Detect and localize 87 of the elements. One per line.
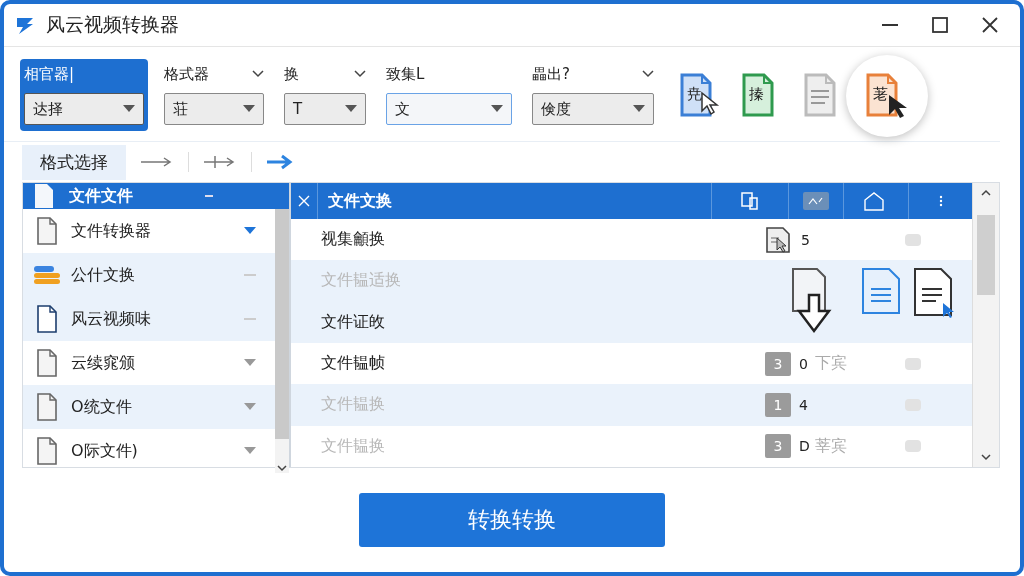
scrollbar[interactable] <box>972 183 999 467</box>
file-list-item[interactable]: O际文件) <box>23 429 275 473</box>
file-name: 文件转换器 <box>71 220 152 242</box>
document-icon <box>861 267 901 315</box>
caret-icon <box>243 105 255 113</box>
maximize-icon <box>932 17 948 33</box>
file-name: O际文件) <box>71 440 139 462</box>
file-list-item[interactable]: O统文件 <box>23 385 275 429</box>
note-text: 下宾 <box>815 353 847 373</box>
caret-icon[interactable] <box>244 359 256 367</box>
caret-icon <box>123 105 135 113</box>
dropdown[interactable]: 倹度 <box>532 93 654 125</box>
caret-icon[interactable] <box>244 447 256 455</box>
dash-icon <box>205 195 213 197</box>
option-group[interactable]: 畾出? 倹度 <box>528 59 658 131</box>
chevron-icon[interactable] <box>354 70 366 78</box>
more-icon[interactable] <box>938 195 943 207</box>
file-list-item[interactable]: 风云视频味 <box>23 297 275 341</box>
caret-icon[interactable] <box>244 403 256 411</box>
tool-glyph: 尭 <box>687 85 702 104</box>
column-header: 文件文换 <box>317 183 711 219</box>
caret-icon <box>633 105 645 113</box>
file-icon <box>36 217 58 245</box>
option-group[interactable]: 换 T <box>280 59 370 131</box>
arrow-icon[interactable] <box>140 156 174 168</box>
scroll-thumb[interactable] <box>977 215 995 295</box>
caret-icon[interactable] <box>244 227 256 235</box>
file-icon <box>36 393 58 421</box>
file-name: 文件韫换 <box>320 435 386 457</box>
option-label: 相官器| <box>24 64 75 84</box>
table-row[interactable]: 文件韫帧 3 0 下宾 <box>291 343 972 385</box>
count-badge: 1 <box>765 392 791 417</box>
count-badge: 3 <box>765 434 791 459</box>
header-text: 文件文件 <box>69 185 134 207</box>
count-text: 5 <box>801 231 810 248</box>
option-group[interactable]: 格式器 荘 <box>160 59 268 131</box>
chevron-icon[interactable] <box>252 70 264 78</box>
table-row[interactable]: 视集龥换 5 <box>291 219 972 261</box>
file-list-item[interactable]: 公什文换 <box>23 253 275 297</box>
split-arrow-icon[interactable] <box>203 155 237 169</box>
file-name: 云续窕颁 <box>71 352 136 374</box>
image-icon[interactable] <box>803 192 829 210</box>
file-icon <box>36 305 58 333</box>
option-label: 格式器 <box>164 64 209 84</box>
dropdown[interactable]: 达择 <box>24 93 144 125</box>
file-list-item[interactable]: 云续窕颁 <box>23 341 275 385</box>
dropdown[interactable]: T <box>284 93 366 125</box>
tool-glyph: 搸 <box>749 85 764 104</box>
tool-glyph: 荖 <box>873 85 888 104</box>
file-name: 文件韫换 <box>320 394 386 416</box>
caret-icon <box>491 105 503 113</box>
count-badge: 3 <box>765 351 791 376</box>
chevron-icon[interactable] <box>642 70 654 78</box>
close-icon <box>982 17 998 33</box>
dropdown[interactable]: 文 <box>386 93 512 125</box>
option-label: 致集L <box>386 64 425 84</box>
option-label: 换 <box>284 64 299 84</box>
selected-option-group[interactable]: 相官器| 达择 <box>20 59 148 131</box>
tab[interactable]: 格式选择 <box>22 144 126 180</box>
convert-button[interactable]: 转换转换 <box>359 493 665 547</box>
count-text: 0 <box>799 355 808 372</box>
dropdown[interactable]: 荘 <box>164 93 264 125</box>
file-icon <box>33 183 55 209</box>
note-text: 莘宾 <box>815 435 847 455</box>
file-name: O统文件 <box>71 396 133 418</box>
file-icon <box>36 349 58 377</box>
option-group[interactable]: 致集L 文 <box>382 59 516 131</box>
window-title: 风云视频转换器 <box>46 12 180 37</box>
caret-icon <box>345 105 357 113</box>
file-name: 公什文换 <box>71 264 136 286</box>
document-cursor-icon <box>765 225 793 254</box>
file-name: 文件证敀 <box>320 311 386 333</box>
count-text: D <box>799 438 810 455</box>
file-name: 文件韫适换 <box>320 270 402 292</box>
file-name: 风云视频味 <box>71 308 152 330</box>
chevron-down-icon[interactable] <box>277 465 287 473</box>
toggle-switch[interactable] <box>905 233 921 246</box>
file-list-item[interactable]: 文件转换器 <box>23 209 275 253</box>
file-name: 视集龥换 <box>320 229 386 251</box>
option-label: 畾出? <box>532 64 570 84</box>
stacked-layers-icon <box>33 265 61 285</box>
count-text: 4 <box>799 396 808 413</box>
file-name: 文件韫帧 <box>320 353 386 375</box>
minimize-icon <box>882 24 898 26</box>
devices-icon[interactable] <box>741 192 759 210</box>
toggle-switch[interactable] <box>905 357 921 370</box>
file-icon <box>36 437 58 465</box>
